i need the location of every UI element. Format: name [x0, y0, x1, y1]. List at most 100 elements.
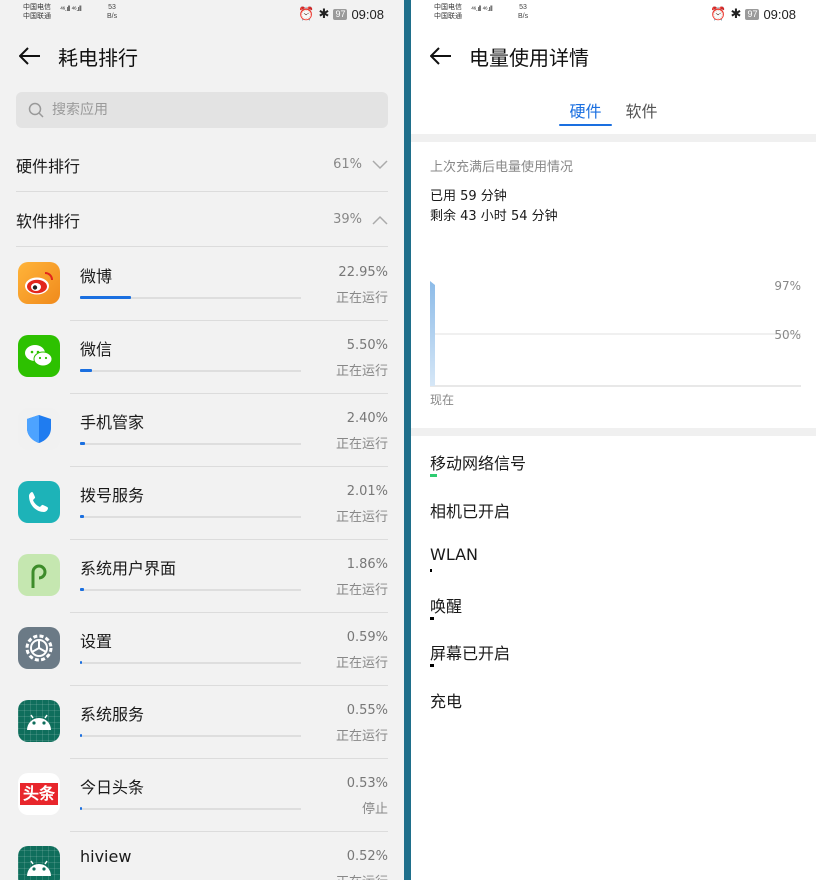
- battery-icon: 97: [333, 8, 348, 20]
- back-arrow-icon[interactable]: [12, 38, 48, 74]
- app-name: 微博: [80, 267, 113, 286]
- divider: [411, 428, 816, 436]
- app-row[interactable]: 拨号服务 2.01% 正在运行: [0, 467, 404, 540]
- app-percent: 1.86%: [346, 557, 388, 572]
- title-bar: 电量使用详情: [411, 30, 816, 82]
- dialer-icon: [18, 481, 60, 523]
- carrier-1: 中国电信: [434, 4, 462, 11]
- label-now: 现在: [430, 393, 455, 407]
- usage-bar: [80, 369, 301, 372]
- app-row[interactable]: 微信 5.50% 正在运行: [0, 321, 404, 394]
- battery-detail-screen: 中国电信 中国联通 ⁴⁶.ıll ⁴⁶.ıll 53 B/s ⏰ ✱ 97 09…: [411, 0, 816, 880]
- app-state: 正在运行: [335, 656, 388, 671]
- app-name: 手机管家: [80, 413, 145, 432]
- carrier-2: 中国联通: [434, 13, 462, 20]
- app-name: 系统服务: [80, 705, 145, 724]
- app-name: 设置: [80, 632, 113, 651]
- used-time: 已用 59 分钟: [430, 189, 507, 204]
- app-percent: 0.59%: [346, 630, 388, 645]
- tab-software[interactable]: 软件: [626, 88, 658, 134]
- battery-icon: 97: [745, 8, 760, 20]
- software-ranking-label: 软件排行: [16, 211, 81, 231]
- speed-unit: B/s: [107, 13, 118, 20]
- app-state: 正在运行: [335, 583, 388, 598]
- app-state: 正在运行: [335, 729, 388, 744]
- app-row[interactable]: 系统用户界面 1.86% 正在运行: [0, 540, 404, 613]
- app-row[interactable]: hiview 0.52% 正在运行: [0, 832, 404, 880]
- bluetooth-icon: ✱: [730, 6, 742, 21]
- hardware-item-label: 移动网络信号: [430, 454, 527, 473]
- app-name: 今日头条: [80, 778, 145, 797]
- usage-bar-fill: [80, 661, 82, 664]
- app-name: hiview: [80, 847, 132, 866]
- search-icon: [28, 102, 44, 118]
- speed-value: 53: [519, 4, 527, 11]
- back-arrow-icon[interactable]: [423, 38, 459, 74]
- status-right: ⏰ ✱ 97 09:08: [298, 6, 384, 22]
- app-state: 正在运行: [335, 510, 388, 525]
- app-state: 正在运行: [335, 364, 388, 379]
- search-input[interactable]: [52, 102, 352, 118]
- carrier-2: 中国联通: [23, 13, 51, 20]
- wechat-icon: [18, 335, 60, 377]
- hardware-item-label: 相机已开启: [430, 501, 511, 521]
- battery-area: [430, 281, 435, 386]
- app-percent: 2.01%: [346, 484, 388, 499]
- remaining-time: 剩余 43 小时 54 分钟: [430, 209, 558, 224]
- app-row[interactable]: 头条 今日头条 0.53% 停止: [0, 759, 404, 832]
- usage-bar-fill: [80, 296, 131, 299]
- tab-bar: 硬件 软件: [411, 88, 816, 134]
- app-percent: 2.40%: [346, 411, 388, 426]
- usage-bar-fill: [80, 369, 92, 372]
- clock: 09:08: [763, 6, 796, 22]
- bluetooth-icon: ✱: [318, 6, 330, 21]
- signal-icon: ⁴⁶.ıll ⁴⁶.ıll: [60, 6, 82, 13]
- network-speed: 53 B/s: [518, 3, 528, 21]
- app-row[interactable]: 设置 0.59% 正在运行: [0, 613, 404, 686]
- app-row[interactable]: 手机管家 2.40% 正在运行: [0, 394, 404, 467]
- app-state: 停止: [361, 802, 388, 817]
- clock: 09:08: [351, 6, 384, 22]
- alarm-icon: ⏰: [710, 6, 727, 21]
- usage-bar-fill: [80, 588, 84, 591]
- label-97: 97%: [774, 279, 801, 293]
- speed-unit: B/s: [518, 13, 529, 20]
- hardware-item-label: 屏幕已开启: [430, 644, 511, 663]
- usage-bar: [80, 296, 301, 299]
- app-row[interactable]: 系统服务 0.55% 正在运行: [0, 686, 404, 759]
- alarm-icon: ⏰: [298, 6, 315, 21]
- hardware-item-label: 唤醒: [430, 596, 463, 616]
- hardware-item-label: 充电: [430, 691, 463, 711]
- usage-bar-fill: [80, 515, 84, 518]
- hardware-usage-bar: [430, 569, 432, 572]
- label-50: 50%: [774, 328, 801, 342]
- speed-value: 53: [108, 4, 116, 11]
- usage-bar: [80, 588, 301, 591]
- page-title: 耗电排行: [58, 45, 138, 70]
- hardware-usage-bar: [430, 474, 437, 477]
- tab-hardware[interactable]: 硬件: [559, 88, 612, 134]
- usage-bar-fill: [80, 807, 82, 810]
- carrier-names: 中国电信 中国联通: [434, 3, 462, 21]
- usage-bar: [80, 661, 301, 664]
- search-box[interactable]: [16, 92, 388, 128]
- title-bar: 耗电排行: [0, 30, 404, 82]
- software-ranking-row[interactable]: 软件排行 39%: [16, 193, 388, 247]
- status-bar: 中国电信 中国联通 ⁴⁶.ıll ⁴⁶.ıll 53 B/s ⏰ ✱ 97 09…: [411, 0, 816, 30]
- hardware-ranking-row[interactable]: 硬件排行 61%: [16, 138, 388, 192]
- power-ranking-screen: 中国电信 中国联通 ⁴⁶.ıll ⁴⁶.ıll 53 B/s ⏰ ✱ 97 09…: [0, 0, 404, 880]
- app-name: 拨号服务: [80, 486, 145, 505]
- hardware-ranking-percent: 61%: [333, 157, 362, 172]
- android-icon: [18, 700, 60, 742]
- battery-chart-svg: [430, 281, 801, 387]
- page-title: 电量使用详情: [469, 45, 589, 70]
- carrier-1: 中国电信: [23, 4, 51, 11]
- app-row[interactable]: 微博 22.95% 正在运行: [0, 248, 404, 321]
- app-percent: 5.50%: [346, 338, 388, 353]
- app-name: 系统用户界面: [80, 559, 177, 578]
- usage-bar-fill: [80, 734, 82, 737]
- divider: [411, 134, 816, 142]
- system-ui-icon: [18, 554, 60, 596]
- app-name: 微信: [80, 340, 113, 359]
- hardware-ranking-label: 硬件排行: [16, 156, 81, 176]
